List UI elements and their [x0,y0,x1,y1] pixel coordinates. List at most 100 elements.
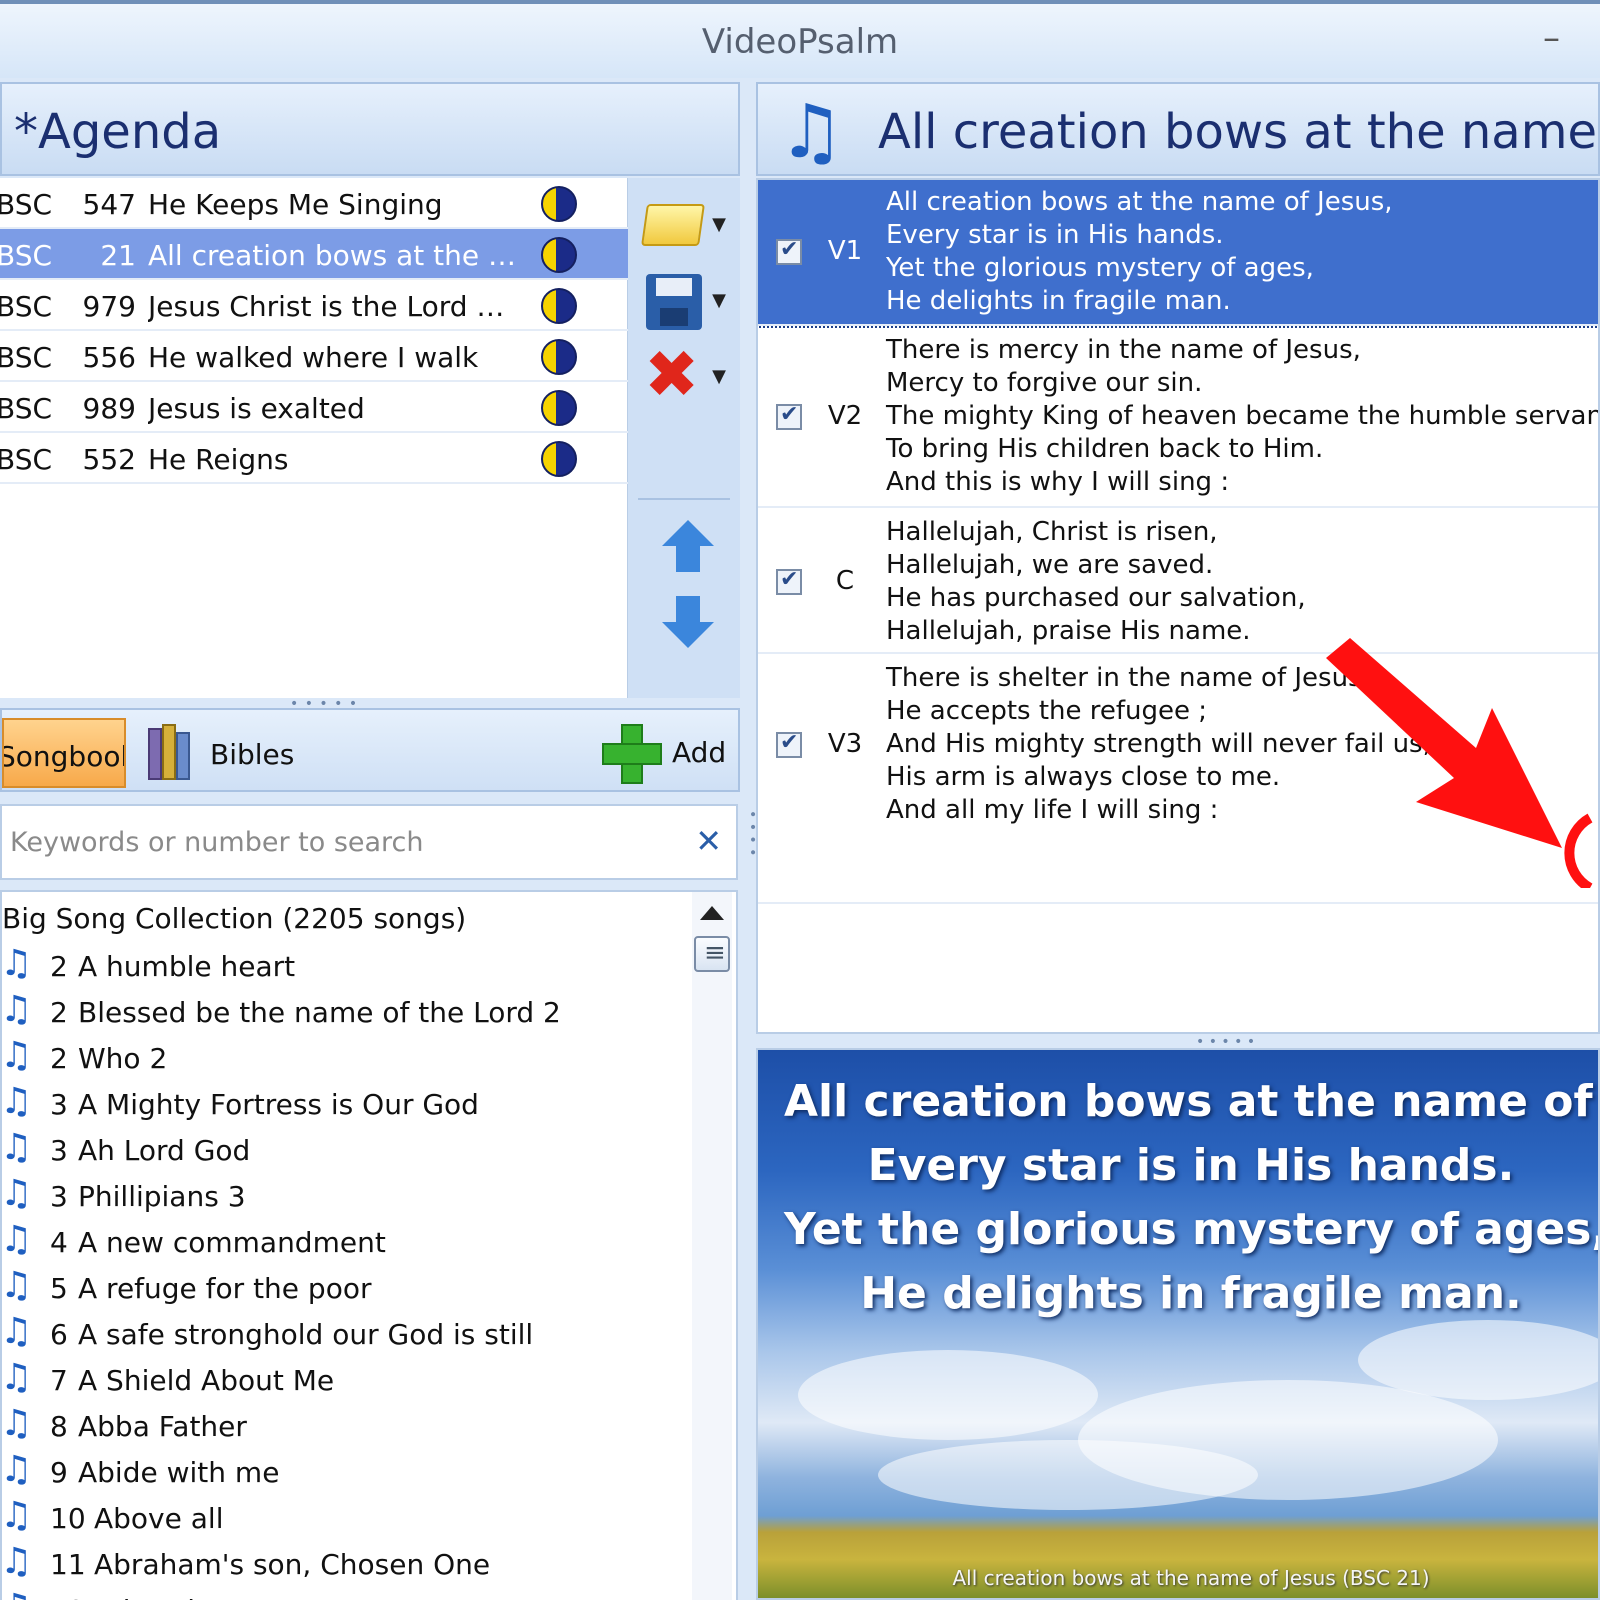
list-item[interactable]: ♫ 3 Ah Lord God [2,1128,682,1174]
list-item[interactable]: ♫ 3 A Mighty Fortress is Our God [2,1082,682,1128]
list-item[interactable]: ♫ 8 Abba Father [2,1404,682,1450]
down-arrow-icon [662,622,714,648]
list-item[interactable]: ♫ 12 Adoration [2,1588,682,1600]
save-icon [646,274,702,330]
verse-label: V1 [827,236,863,266]
moon-icon [541,186,577,222]
music-note-icon: ♫ [0,1035,33,1076]
music-note-icon: ♫ [0,1173,33,1214]
verse-checkbox[interactable] [776,567,802,595]
verse-line: Every star is in His hands. [886,220,1224,250]
agenda-row-number: 989 [82,392,136,425]
list-item[interactable]: ♫ 9 Abide with me [2,1450,682,1496]
moon-icon [541,288,577,324]
list-item[interactable]: ♫ 4 A new commandment [2,1220,682,1266]
moon-icon [541,339,577,375]
list-item[interactable]: ♫ 6 A safe stronghold our God is still [2,1312,682,1358]
chevron-down-icon[interactable]: ▼ [712,290,726,311]
song-title: Abba Father [78,1410,247,1443]
verse-row[interactable]: CHallelujah, Christ is risen,Hallelujah,… [758,510,1598,654]
scroll-thumb[interactable] [694,936,730,972]
agenda-row-title: Jesus Christ is the Lord of all [148,290,518,323]
verse-line: Hallelujah, we are saved. [886,550,1214,580]
slide-line: All creation bows at the name of Jesus, [784,1076,1598,1127]
delete-button[interactable]: ✖ ▼ [640,336,726,413]
moon-icon [541,390,577,426]
agenda-list: BSC 547 He Keeps Me Singing BSC 21 All c… [0,178,628,698]
verse-checkbox[interactable] [776,402,802,430]
agenda-row-number: 547 [82,188,136,221]
song-title: Above all [94,1502,224,1535]
verse-checkbox[interactable] [776,730,802,758]
list-item[interactable]: ♫ 7 A Shield About Me [2,1358,682,1404]
move-down-button[interactable] [662,596,714,652]
song-number: 2 [50,996,68,1029]
list-item[interactable]: ♫ 2 Who 2 [2,1036,682,1082]
verse-row-selected[interactable]: V1 All creation bows at the name of Jesus… [758,180,1598,328]
agenda-row[interactable]: BSC 979 Jesus Christ is the Lord of all [0,280,628,331]
music-note-icon: ♫ [0,1311,33,1352]
tab-bibles[interactable]: Bibles [210,738,294,771]
song-number: 2 [50,950,68,983]
verse-line: Hallelujah, Christ is risen, [886,517,1218,547]
verse-row[interactable]: V2 There is mercy in the name of Jesus,Me… [758,328,1600,508]
plus-icon [602,724,662,784]
agenda-row[interactable]: BSC 547 He Keeps Me Singing [0,178,628,229]
agenda-row-title: Jesus is exalted [148,392,365,425]
verse-line: Hallelujah, praise His name. [886,616,1251,646]
verse-line: He has purchased our salvation, [886,583,1306,613]
song-title: Blessed be the name of the Lord 2 [78,996,561,1029]
song-number: 10 [50,1502,86,1535]
list-item[interactable]: ♫ 2 Blessed be the name of the Lord 2 [2,990,682,1036]
song-title: All creation bows at the name of Jesus [878,104,1598,160]
list-item[interactable]: ♫ 10 Above all [2,1496,682,1542]
agenda-row[interactable]: BSC 556 He walked where I walk [0,331,628,382]
verse-line: He delights in fragile man. [886,286,1231,316]
song-title: Phillipians 3 [78,1180,246,1213]
verse-line: The mighty King of heaven became the hum… [886,401,1600,431]
slide-line: Yet the glorious mystery of ages, [784,1204,1600,1255]
slide-text: All creation bows at the name of Jesus, E… [758,1070,1598,1326]
chevron-down-icon[interactable]: ▼ [712,366,726,387]
agenda-row-selected[interactable]: BSC 21 All creation bows at the na… [0,229,628,280]
verse-checkbox[interactable] [776,237,802,265]
scrollbar[interactable] [692,892,732,1600]
search-box: ✕ [0,804,738,880]
collection-header[interactable]: Big Song Collection (2205 songs) [2,902,466,935]
verse-list: V1 All creation bows at the name of Jesus… [756,178,1600,1034]
music-note-icon: ♫ [0,1357,33,1398]
agenda-row-number: 556 [82,341,136,374]
move-up-button[interactable] [662,520,714,576]
agenda-header: *Agenda [0,82,740,176]
toolbar-divider [638,498,730,500]
list-item[interactable]: ♫ 2 A humble heart [2,944,682,990]
song-title: Who 2 [78,1042,168,1075]
add-button[interactable]: Add [602,722,732,784]
close-icon[interactable]: ✕ [695,822,722,860]
list-item[interactable]: ♫ 11 Abraham's son, Chosen One [2,1542,682,1588]
list-item[interactable]: ♫ 5 A refuge for the poor [2,1266,682,1312]
song-title: Ah Lord God [78,1134,251,1167]
agenda-row[interactable]: BSC 552 He Reigns [0,433,628,484]
books-icon [148,722,194,780]
save-button[interactable]: ▼ [640,266,726,330]
song-title: A Mighty Fortress is Our God [78,1088,479,1121]
minimize-button[interactable]: – [1543,18,1560,58]
agenda-row-title: He Keeps Me Singing [148,188,443,221]
list-item[interactable]: ♫ 3 Phillipians 3 [2,1174,682,1220]
agenda-row-number: 552 [82,443,136,476]
music-note-icon: ♫ [0,1127,33,1168]
tab-songbooks[interactable]: Songbooks [2,718,126,788]
agenda-toolbar: ▼ ▼ ✖ ▼ [628,178,740,698]
song-header: ♫ All creation bows at the name of Jesus [756,82,1600,176]
chevron-down-icon[interactable]: ▼ [712,214,726,235]
slide-line: He delights in fragile man. [860,1268,1522,1319]
song-title: Abraham's son, Chosen One [94,1548,491,1581]
search-input[interactable] [10,820,690,864]
delete-icon: ✖ [644,336,700,413]
slide-caption: All creation bows at the name of Jesus (… [952,1566,1430,1590]
agenda-row[interactable]: BSC 989 Jesus is exalted [0,382,628,433]
scroll-up-icon[interactable] [700,906,724,920]
open-folder-button[interactable]: ▼ [640,190,726,254]
song-number: 2 [50,1042,68,1075]
